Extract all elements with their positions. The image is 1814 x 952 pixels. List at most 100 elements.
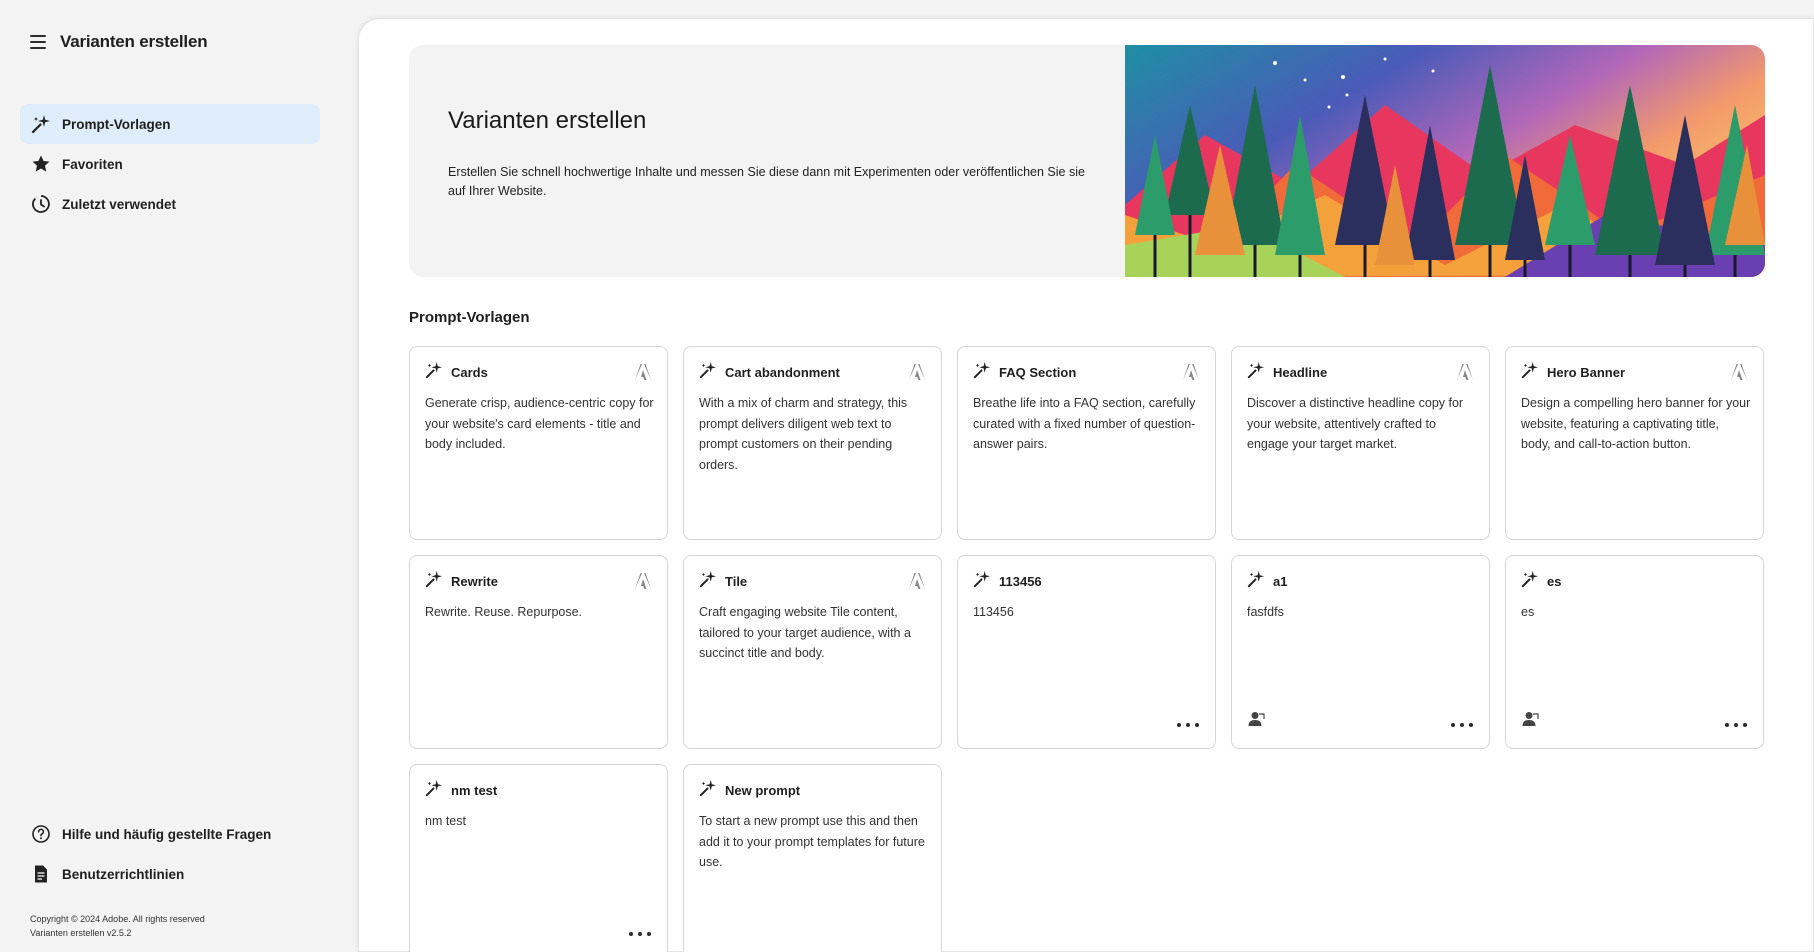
sidebar-item-label: Benutzerrichtlinien — [62, 866, 185, 882]
sidebar-item-label: Hilfe und häufig gestellte Fragen — [62, 826, 272, 842]
card-header: FAQ Section — [973, 361, 1200, 384]
adobe-logo-icon — [1730, 363, 1748, 381]
card-title: Hero Banner — [1547, 364, 1626, 380]
prompt-card-hero-banner[interactable]: Hero Banner Design a compelling hero ban… — [1505, 346, 1764, 540]
more-options-button[interactable] — [1725, 718, 1747, 732]
sidebar-item-guidelines[interactable]: Benutzerrichtlinien — [20, 854, 320, 894]
sidebar: Varianten erstellen Prompt-Vorlagen Favo… — [0, 0, 358, 952]
card-header: Rewrite — [425, 570, 652, 593]
card-header: Headline — [1247, 361, 1474, 384]
sparkle-icon — [973, 361, 991, 384]
card-header: New prompt — [699, 779, 926, 802]
card-description: fasfdfs — [1247, 605, 1284, 619]
hero-title: Varianten erstellen — [448, 107, 647, 134]
card-header: a1 — [1247, 570, 1474, 593]
adobe-logo-icon — [1182, 363, 1200, 381]
prompt-card-nm-test[interactable]: nm test nm test — [409, 764, 668, 952]
copyright-text: Copyright © 2024 Adobe. All rights reser… — [30, 914, 205, 924]
card-header: 113456 — [973, 570, 1200, 593]
card-description: To start a new prompt use this and then … — [699, 814, 925, 869]
sparkle-icon — [30, 113, 52, 135]
prompt-card-tile[interactable]: Tile Craft engaging website Tile content… — [683, 555, 942, 749]
sidebar-item-label: Zuletzt verwendet — [62, 196, 177, 212]
sparkle-icon — [1521, 361, 1539, 384]
adobe-logo-icon — [1456, 363, 1474, 381]
sparkle-icon — [973, 570, 991, 593]
sidebar-item-label: Favoriten — [62, 156, 123, 172]
card-description: nm test — [425, 814, 466, 828]
card-header: Cards — [425, 361, 652, 384]
prompt-card-new-prompt[interactable]: New prompt To start a new prompt use thi… — [683, 764, 942, 952]
card-header: Hero Banner — [1521, 361, 1748, 384]
card-description: Craft engaging website Tile content, tai… — [699, 605, 911, 660]
help-icon — [30, 823, 52, 845]
sidebar-nav: Prompt-Vorlagen Favoriten Zuletzt verwen… — [20, 104, 320, 224]
card-description: 113456 — [973, 605, 1014, 619]
card-title: 113456 — [999, 573, 1042, 589]
prompt-card-cart-abandonment[interactable]: Cart abandonment With a mix of charm and… — [683, 346, 942, 540]
prompt-card-headline[interactable]: Headline Discover a distinctive headline… — [1231, 346, 1490, 540]
sparkle-icon — [1247, 570, 1265, 593]
sidebar-item-help[interactable]: Hilfe und häufig gestellte Fragen — [20, 814, 320, 854]
card-title: New prompt — [725, 782, 801, 798]
sidebar-item-zuletzt-verwendet[interactable]: Zuletzt verwendet — [20, 184, 320, 224]
user-icon — [1521, 710, 1539, 728]
card-title: Cart abandonment — [725, 364, 840, 380]
sidebar-footer-nav: Hilfe und häufig gestellte Fragen Benutz… — [20, 814, 320, 894]
card-description: es — [1521, 605, 1535, 619]
sparkle-icon — [425, 361, 443, 384]
prompt-card-113456[interactable]: 113456 113456 — [957, 555, 1216, 749]
card-title: FAQ Section — [999, 364, 1077, 380]
sparkle-icon — [699, 570, 717, 593]
card-title: Cards — [451, 364, 488, 380]
card-description: With a mix of charm and strategy, this p… — [699, 396, 908, 472]
card-header: Cart abandonment — [699, 361, 926, 384]
prompt-card-a1[interactable]: a1 fasfdfs — [1231, 555, 1490, 749]
sidebar-item-prompt-vorlagen[interactable]: Prompt-Vorlagen — [20, 104, 320, 144]
card-header: nm test — [425, 779, 652, 802]
card-description: Rewrite. Reuse. Repurpose. — [425, 605, 583, 619]
hero-description: Erstellen Sie schnell hochwertige Inhalt… — [448, 165, 1085, 198]
more-options-button[interactable] — [1177, 718, 1199, 732]
sparkle-icon — [1521, 570, 1539, 593]
app-title: Varianten erstellen — [60, 32, 208, 51]
card-title: es — [1547, 573, 1562, 589]
version-text: Varianten erstellen v2.5.2 — [30, 928, 132, 938]
card-header: Tile — [699, 570, 926, 593]
prompt-card-es[interactable]: es es — [1505, 555, 1764, 749]
menu-icon[interactable] — [30, 35, 46, 49]
sparkle-icon — [1247, 361, 1265, 384]
user-icon — [1247, 710, 1265, 728]
sparkle-icon — [425, 570, 443, 593]
sparkle-icon — [699, 779, 717, 802]
star-icon — [30, 153, 52, 175]
adobe-logo-icon — [634, 363, 652, 381]
sparkle-icon — [699, 361, 717, 384]
card-description: Discover a distinctive headline copy for… — [1247, 396, 1464, 451]
history-icon — [30, 193, 52, 215]
card-title: Rewrite — [451, 573, 498, 589]
sidebar-item-favoriten[interactable]: Favoriten — [20, 144, 320, 184]
hero-banner: Varianten erstellen Erstellen Sie schnel… — [409, 45, 1765, 277]
more-options-button[interactable] — [1451, 718, 1473, 732]
card-description: Generate crisp, audience-centric copy fo… — [425, 396, 654, 451]
card-description: Breathe life into a FAQ section, careful… — [973, 396, 1196, 451]
more-options-button[interactable] — [629, 927, 651, 941]
document-icon — [30, 863, 52, 885]
section-title: Prompt-Vorlagen — [409, 309, 530, 326]
prompt-card-rewrite[interactable]: Rewrite Rewrite. Reuse. Repurpose. — [409, 555, 668, 749]
card-description: Design a compelling hero banner for your… — [1521, 396, 1751, 451]
sparkle-icon — [425, 779, 443, 802]
copyright: Copyright © 2024 Adobe. All rights reser… — [30, 912, 205, 940]
app-header: Varianten erstellen — [30, 32, 208, 52]
sidebar-item-label: Prompt-Vorlagen — [62, 116, 171, 132]
prompt-card-cards[interactable]: Cards Generate crisp, audience-centric c… — [409, 346, 668, 540]
main-content: Varianten erstellen Erstellen Sie schnel… — [358, 18, 1814, 952]
card-title: Headline — [1273, 364, 1328, 380]
card-title: nm test — [451, 782, 498, 798]
adobe-logo-icon — [908, 363, 926, 381]
prompt-card-faq-section[interactable]: FAQ Section Breathe life into a FAQ sect… — [957, 346, 1216, 540]
card-title: a1 — [1273, 573, 1288, 589]
card-title: Tile — [725, 573, 748, 589]
adobe-logo-icon — [908, 572, 926, 590]
